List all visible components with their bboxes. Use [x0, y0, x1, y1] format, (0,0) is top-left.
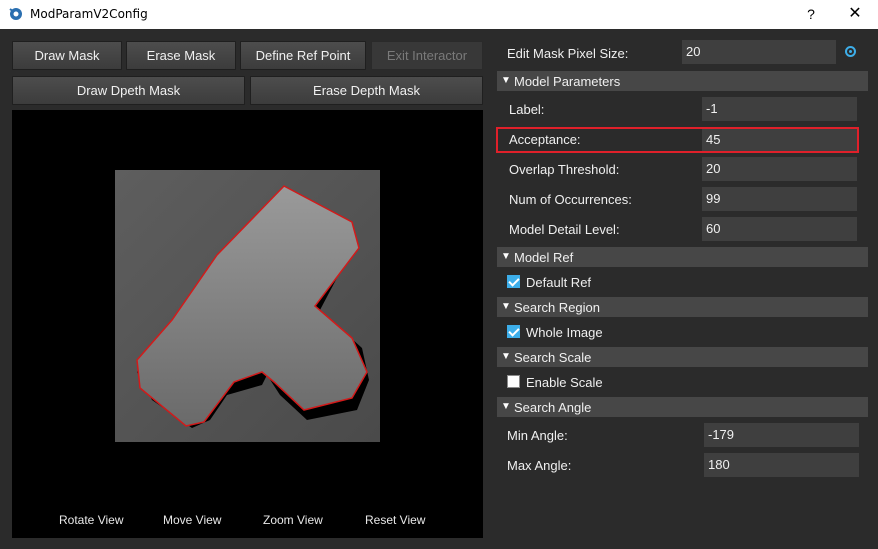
erase-depth-mask-button[interactable]: Erase Depth Mask	[250, 76, 483, 105]
image-viewer[interactable]: Rotate View Move View Zoom View Reset Vi…	[12, 110, 483, 538]
draw-depth-mask-button[interactable]: Draw Dpeth Mask	[12, 76, 245, 105]
erase-mask-button[interactable]: Erase Mask	[126, 41, 236, 70]
overlap-threshold-input[interactable]: 20	[702, 157, 857, 181]
default-ref-label: Default Ref	[526, 275, 592, 290]
max-angle-label: Max Angle:	[507, 458, 572, 473]
section-search-region[interactable]: ▼ Search Region	[497, 297, 868, 317]
reset-view-button[interactable]: Reset View	[365, 513, 425, 527]
enable-scale-checkbox[interactable]	[507, 375, 520, 388]
move-view-button[interactable]: Move View	[163, 513, 221, 527]
mask-pixel-size-radio-icon[interactable]	[845, 46, 856, 57]
collapse-triangle-icon: ▼	[501, 401, 511, 412]
acceptance-highlight-box	[496, 127, 859, 153]
min-angle-label: Min Angle:	[507, 428, 568, 443]
define-ref-point-button[interactable]: Define Ref Point	[240, 41, 366, 70]
section-model-parameters[interactable]: ▼ Model Parameters	[497, 71, 868, 91]
section-title: Search Scale	[514, 350, 592, 365]
whole-image-label: Whole Image	[526, 325, 603, 340]
section-title: Search Region	[514, 300, 600, 315]
num-occurrences-input[interactable]: 99	[702, 187, 857, 211]
section-search-scale[interactable]: ▼ Search Scale	[497, 347, 868, 367]
overlap-threshold-label: Overlap Threshold:	[509, 162, 620, 177]
mask-pixel-size-input[interactable]: 20	[682, 40, 836, 64]
default-ref-checkbox[interactable]	[507, 275, 520, 288]
label-label: Label:	[509, 102, 545, 117]
collapse-triangle-icon: ▼	[501, 351, 511, 362]
title-bar: ModParamV2Config ? ✕	[0, 0, 878, 29]
model-detail-level-input[interactable]: 60	[702, 217, 857, 241]
help-button[interactable]: ?	[798, 4, 824, 24]
app-icon	[9, 8, 22, 20]
zoom-view-button[interactable]: Zoom View	[263, 513, 323, 527]
section-title: Model Parameters	[514, 74, 621, 89]
mask-pixel-size-label: Edit Mask Pixel Size:	[507, 46, 629, 61]
section-title: Search Angle	[514, 400, 592, 415]
collapse-triangle-icon: ▼	[501, 75, 511, 86]
model-detail-level-label: Model Detail Level:	[509, 222, 620, 237]
max-angle-input[interactable]: 180	[704, 453, 859, 477]
enable-scale-label: Enable Scale	[526, 375, 603, 390]
min-angle-input[interactable]: -179	[704, 423, 859, 447]
section-search-angle[interactable]: ▼ Search Angle	[497, 397, 868, 417]
depth-image	[115, 170, 380, 442]
draw-mask-button[interactable]: Draw Mask	[12, 41, 122, 70]
label-input[interactable]: -1	[702, 97, 857, 121]
collapse-triangle-icon: ▼	[501, 301, 511, 312]
exit-interactor-button[interactable]: Exit Interactor	[371, 41, 483, 70]
rotate-view-button[interactable]: Rotate View	[59, 513, 123, 527]
section-title: Model Ref	[514, 250, 574, 265]
section-model-ref[interactable]: ▼ Model Ref	[497, 247, 868, 267]
num-occurrences-label: Num of Occurrences:	[509, 192, 632, 207]
whole-image-checkbox[interactable]	[507, 325, 520, 338]
collapse-triangle-icon: ▼	[501, 251, 511, 262]
window-title: ModParamV2Config	[30, 7, 148, 21]
close-button[interactable]: ✕	[842, 4, 868, 24]
